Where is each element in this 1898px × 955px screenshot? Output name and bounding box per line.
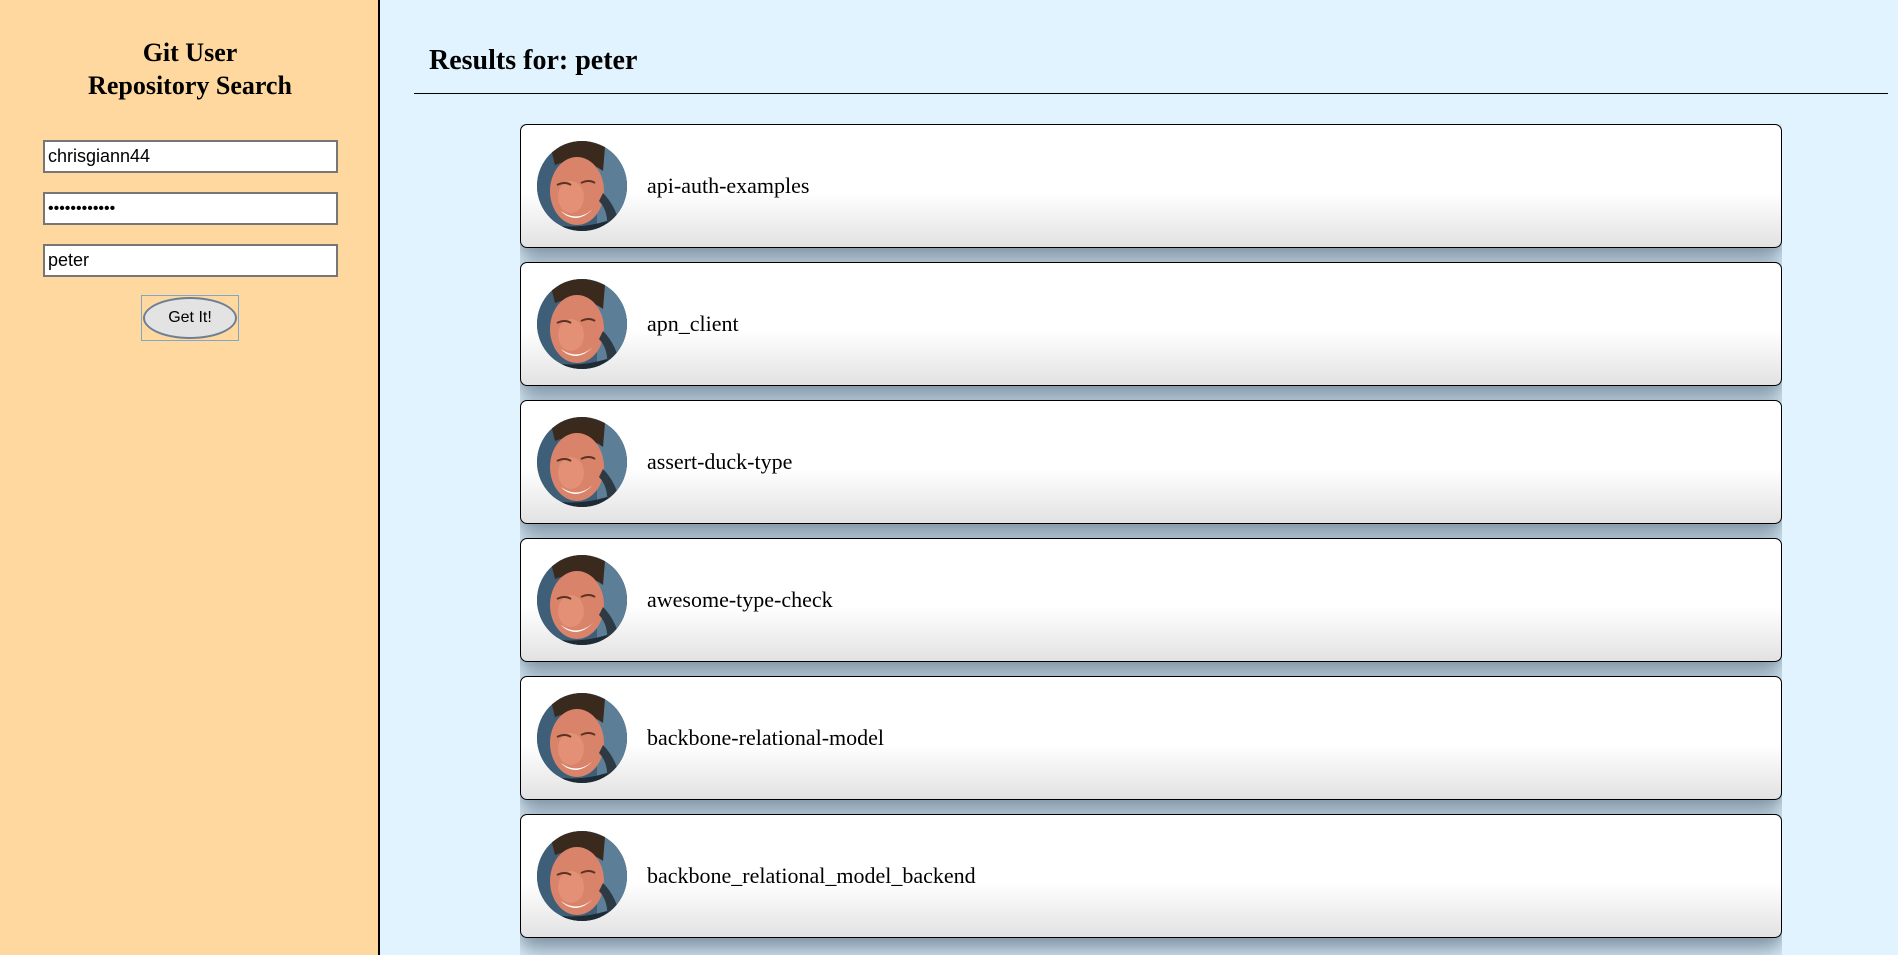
owner-avatar	[537, 279, 627, 369]
repo-list: api-auth-examples apn_client assert-duck…	[520, 124, 1782, 955]
search-sidebar: Git User Repository Search Get It!	[0, 0, 380, 955]
repo-name[interactable]: assert-duck-type	[647, 449, 792, 475]
repo-card[interactable]: api-auth-examples	[520, 124, 1782, 248]
results-title: Results for: peter	[429, 45, 638, 76]
repo-name[interactable]: backbone_relational_model_backend	[647, 863, 976, 889]
owner-avatar	[537, 693, 627, 783]
owner-avatar	[537, 555, 627, 645]
search-query-input[interactable]	[43, 244, 338, 277]
owner-avatar	[537, 141, 627, 231]
repo-card[interactable]: assert-duck-type	[520, 400, 1782, 524]
app-title-line1: Git User	[142, 38, 238, 67]
owner-avatar	[537, 417, 627, 507]
app-title: Git User Repository Search	[0, 36, 380, 102]
get-it-button[interactable]: Get It!	[143, 297, 237, 339]
repo-card[interactable]: awesome-type-check	[520, 538, 1782, 662]
repo-card[interactable]: backbone_relational_model_backend	[520, 814, 1782, 938]
username-input[interactable]	[43, 140, 338, 173]
app-title-line2: Repository Search	[88, 71, 292, 100]
submit-button-focus-ring: Get It!	[141, 295, 239, 341]
repo-name[interactable]: backbone-relational-model	[647, 725, 884, 751]
repo-name[interactable]: awesome-type-check	[647, 587, 833, 613]
owner-avatar	[537, 831, 627, 921]
repo-name[interactable]: api-auth-examples	[647, 173, 810, 199]
repo-card[interactable]: apn_client	[520, 262, 1782, 386]
results-header: Results for: peter	[414, 0, 1888, 94]
app-window: Git User Repository Search Get It! Resul…	[0, 0, 1898, 955]
repo-card[interactable]: backbone-relational-model	[520, 676, 1782, 800]
repo-name[interactable]: apn_client	[647, 311, 739, 337]
password-input[interactable]	[43, 192, 338, 225]
